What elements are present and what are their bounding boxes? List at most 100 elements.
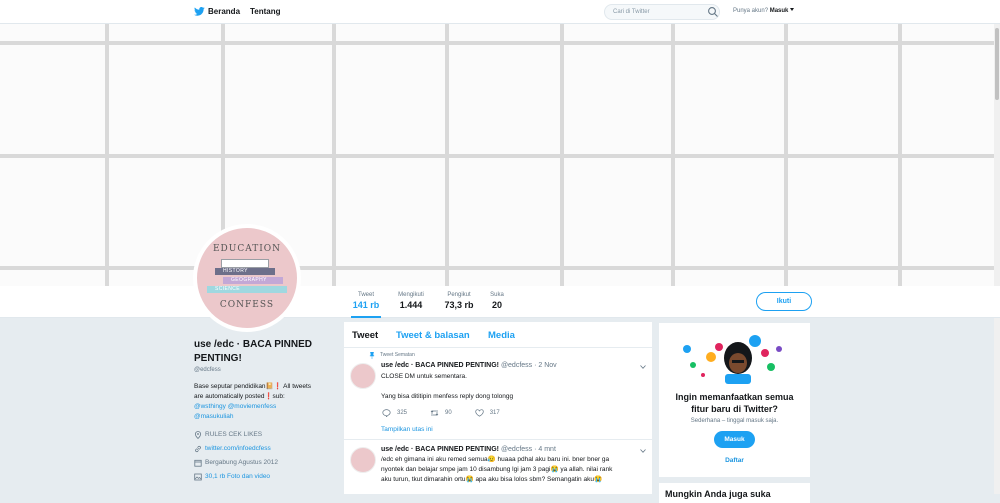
promo-title-line: Ingin memanfaatkan semua [675,392,794,402]
bio-line: are automatically posted❗sub: [194,393,285,400]
account-question: Punya akun? [733,8,769,14]
website-link[interactable]: twitter.com/infoedcfess [205,444,271,454]
profile-stats-bar: Tweet 141 rb Mengikuti 1.444 Pengikut 73… [0,286,1000,318]
promo-title: Ingin memanfaatkan semua fitur baru di T… [659,391,810,415]
photo-icon [194,473,202,481]
banner-grid-line [0,154,1000,158]
suggestions-title: Mungkin Anda juga suka [665,489,771,499]
tab-tweets-replies[interactable]: Tweet & balasan [396,330,470,341]
tweet-item[interactable]: Tweet Sematan use /edc · BACA PINNED PEN… [344,348,652,440]
avatar-book: GEOGRAPHY [223,277,283,284]
scrollbar-thumb[interactable] [995,28,999,100]
avatar[interactable]: EDUCATION HISTORY GEOGRAPHY SCIENCE CONF… [193,224,301,332]
link-icon [195,445,201,453]
stat-tweets[interactable]: Tweet 141 rb [351,292,381,318]
location-text: RULES CEK LIKES [205,431,263,438]
tweet-meta[interactable]: @edcfess · 2 Nov [501,362,557,369]
tweet-avatar[interactable] [350,363,376,389]
stat-label: Tweet [357,292,374,298]
about-link[interactable]: Tentang [250,7,281,16]
profile-media[interactable]: 30,1 rb Foto dan video [194,472,336,482]
reply-icon [382,409,391,417]
stat-value: 20 [491,300,502,310]
profile-handle[interactable]: @edcfess [194,367,336,373]
stat-following[interactable]: Mengikuti 1.444 [393,292,429,310]
login-button[interactable]: Masuk [714,431,755,448]
tweet-text: CLOSE DM untuk sementara. Yang bisa diti… [381,372,643,402]
profile-info: use /edc · BACA PINNED PENTING! @edcfess… [194,338,336,486]
show-thread-link[interactable]: Tampilkan utas ini [381,426,433,433]
suggestions-card: Mungkin Anda juga suka [659,483,810,503]
login-menu[interactable]: Punya akun? Masuk [733,8,795,14]
media-link[interactable]: 30,1 rb Foto dan video [205,472,270,482]
stat-value: 1.444 [399,300,423,310]
pin-icon [369,352,375,359]
tweet-author[interactable]: use /edc · BACA PINNED PENTING! [381,362,499,369]
tweet-line: CLOSE DM untuk sementara. [381,373,467,380]
home-label: Beranda [208,7,241,16]
avatar-book-stack [221,259,269,268]
tweet-header: use /edc · BACA PINNED PENTING! @edcfess… [381,446,556,453]
stat-followers[interactable]: Pengikut 73,3 rb [442,292,476,310]
signup-link[interactable]: Daftar [659,457,810,464]
timeline: Tweet Tweet & balasan Media Tweet Semata… [344,322,652,494]
chevron-down-icon[interactable] [640,449,646,453]
reply-button[interactable]: 325 [382,409,407,417]
stat-label: Mengikuti [398,292,424,298]
tweet-avatar[interactable] [350,447,376,473]
profile-meta: RULES CEK LIKES twitter.com/infoedcfess … [194,430,336,482]
promo-illustration [683,335,782,384]
signup-promo-card: Ingin memanfaatkan semua fitur baru di T… [659,323,810,477]
stat-value: 141 rb [352,300,380,310]
tab-tweets[interactable]: Tweet [352,330,378,341]
search-input[interactable]: Cari di Twitter [604,4,720,20]
tab-media[interactable]: Media [488,330,515,341]
like-count: 317 [489,410,500,416]
follow-button[interactable]: Ikuti [756,292,812,311]
promo-title-line: fitur baru di Twitter? [691,404,778,414]
tweet-meta[interactable]: @edcfess · 4 mnt [501,446,556,453]
tweet-line: /edc eh gimana ini aku remed semua😥 huaa… [381,456,610,463]
profile-bio: Base seputar pendidikan📔❗ All tweets are… [194,382,336,422]
twitter-bird-icon [194,7,205,16]
banner-grid-line [0,41,1000,45]
promo-subtitle: Sederhana – tinggal masuk saja. [690,418,779,424]
heart-icon [475,409,484,417]
tweet-header: use /edc · BACA PINNED PENTING! @edcfess… [381,362,557,369]
page-scrollbar[interactable] [994,24,1000,494]
bio-link[interactable]: @masukuliah [194,412,336,422]
stat-label: Pengikut [447,292,471,298]
avatar-book: HISTORY [215,268,275,275]
timeline-tabs: Tweet Tweet & balasan Media [344,322,652,348]
tweet-text: /edc eh gimana ini aku remed semua😥 huaa… [381,455,643,485]
search-icon[interactable] [707,6,719,18]
tweet-line: nyontek dan belajar smpe jam 10 disambun… [381,466,613,473]
reply-count: 325 [397,410,408,416]
tweet-line: Yang bisa dititipin menfess reply dong t… [381,393,514,400]
location-icon [194,431,202,439]
home-link[interactable]: Beranda [194,7,240,16]
bio-line: Base seputar pendidikan📔❗ All tweets [194,383,311,390]
avatar-top-text: EDUCATION [212,244,282,254]
retweet-button[interactable]: 90 [430,409,452,417]
tweet-author[interactable]: use /edc · BACA PINNED PENTING! [381,446,499,453]
profile-banner [0,24,1000,286]
tweet-item[interactable]: use /edc · BACA PINNED PENTING! @edcfess… [344,440,652,494]
joined-text: Bergabung Agustus 2012 [205,459,279,466]
profile-location: RULES CEK LIKES [194,430,336,440]
chevron-down-icon [790,8,795,11]
stat-likes[interactable]: Suka 20 [487,292,507,310]
profile-name[interactable]: use /edc · BACA PINNED PENTING! [194,338,336,366]
login-link[interactable]: Masuk [770,8,789,14]
profile-website[interactable]: twitter.com/infoedcfess [194,444,336,454]
retweet-count: 90 [445,410,452,416]
tweet-line: aku turun, tkut dimarahin ortu😭 apa aku … [381,476,603,483]
bio-link[interactable]: @wsthingy @moviemenfess [194,402,336,412]
like-button[interactable]: 317 [475,409,500,417]
chevron-down-icon[interactable] [640,365,646,369]
retweet-icon [430,410,439,416]
stat-label: Suka [490,292,504,298]
calendar-icon [194,459,202,467]
avatar-bottom-text: CONFESS [219,300,275,310]
stat-value: 73,3 rb [444,300,474,310]
